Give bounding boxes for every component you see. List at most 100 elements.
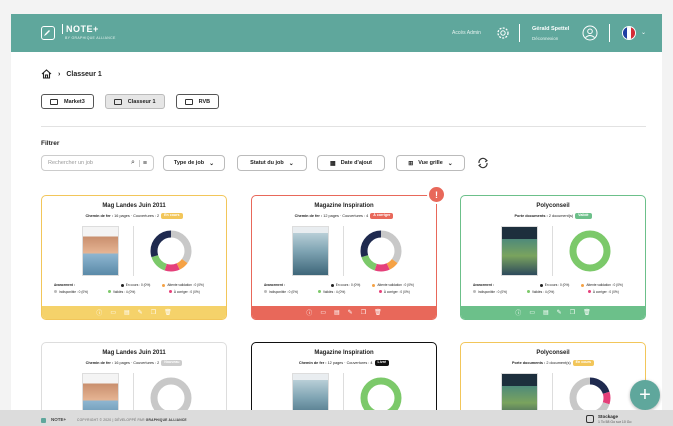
divider [552, 226, 553, 276]
gear-icon[interactable] [495, 25, 511, 41]
card-meta: Chemin de fer : 16 pages · Couvertures :… [42, 360, 226, 366]
donut-segment [569, 230, 611, 272]
company-name[interactable]: GRAPHIQUE ALLIANCE [146, 418, 187, 422]
status-badge: À corriger [370, 213, 394, 219]
card-action-bar: ⓘ ▭ ▤ ✎ ❐ 🗑 [461, 306, 645, 319]
copy-icon[interactable]: ❐ [570, 309, 575, 316]
status-badge: En cours [572, 360, 595, 366]
legend-item: À corriger : 0 (0%) [587, 289, 637, 296]
legend-item: Validés : 4 (0%) [527, 289, 588, 296]
meta-label: Chemin de fer : [85, 360, 114, 365]
copy-icon[interactable]: ❐ [361, 309, 366, 316]
alert-icon[interactable]: ! [427, 185, 446, 204]
folder-chip-classeur-1[interactable]: Classeur 1 [104, 94, 165, 109]
divider [133, 226, 134, 276]
meta-value: 16 pages · Couvertures : 2 [113, 360, 160, 365]
info-icon[interactable]: ⓘ [515, 308, 521, 317]
cover-thumbnail[interactable] [292, 226, 329, 276]
progress-chart [358, 228, 404, 279]
delete-icon[interactable]: 🗑 [374, 309, 382, 316]
card-meta: Chemin de fer : 12 pages · Couvertures :… [252, 213, 436, 219]
type-filter-dropdown[interactable]: Type de job ⌄ [163, 155, 225, 171]
logout-link[interactable]: Déconnexion [532, 36, 558, 41]
delete-icon[interactable]: 🗑 [164, 309, 172, 316]
legend-item: À corriger : 0 (0%) [168, 289, 218, 296]
legend-dot [54, 290, 57, 294]
divider [519, 24, 520, 42]
folder-label: RVB [198, 98, 211, 105]
copy-icon[interactable]: ❐ [151, 309, 156, 316]
chevron-down-icon: ⌄ [288, 160, 294, 167]
edit-icon[interactable]: ✎ [348, 309, 353, 316]
chevron-down-icon: ⌄ [447, 160, 453, 167]
meta-label: Porte documents : [514, 213, 548, 218]
folder-list: Market3 Classeur 1 RVB [41, 94, 230, 109]
status-filter-dropdown[interactable]: Statut du job ⌄ [237, 155, 307, 171]
refresh-icon[interactable] [477, 157, 489, 169]
date-filter-button[interactable]: ▦ Date d'ajout [317, 155, 385, 171]
view-grid-dropdown[interactable]: ⊞ Vue grille ⌄ [396, 155, 465, 171]
legend-dot [587, 290, 591, 294]
legend-label: Validés : 4 (0%) [113, 289, 136, 294]
meta-value: 16 pages · Couvertures : 2 [113, 213, 160, 218]
legend-dot [378, 290, 382, 294]
status-badge: Livré [374, 360, 390, 366]
info-icon[interactable]: ⓘ [96, 308, 102, 317]
dropdown-label: Vue grille [418, 160, 443, 166]
legend-dot [330, 283, 334, 287]
language-flag-icon[interactable] [622, 26, 636, 40]
folder-icon[interactable]: ▭ [320, 309, 326, 316]
job-card[interactable]: Polyconseil Porte documents : 2 document(… [460, 195, 646, 320]
card-title: Mag Landes Juin 2011 [102, 350, 166, 356]
top-bar: NOTE+ BY GRAPHIQUE ALLIANCE Accès Admin … [11, 14, 662, 52]
status-badge: Nouveau [161, 360, 183, 366]
folder-chip-rvb[interactable]: RVB [175, 94, 220, 109]
calendar-icon: ▦ [330, 160, 336, 167]
folder-icon[interactable]: ▭ [529, 309, 535, 316]
footer-bar: NOTE+ COPYRIGHT © 2020 | DÉVELOPPÉ PAR G… [0, 410, 673, 426]
logo-text[interactable]: NOTE+ [62, 24, 99, 34]
progress-legend: Avancement : En cours : 0 (0%) Attente val… [264, 282, 428, 295]
storage-icon [586, 415, 594, 423]
dropdown-label: Type de job [173, 160, 205, 166]
legend-label: Validés : 4 (0%) [532, 289, 555, 294]
folder-icon[interactable]: ▭ [110, 309, 116, 316]
folder-chip-market3[interactable]: Market3 [41, 94, 94, 109]
cover-thumbnail[interactable] [501, 226, 538, 276]
grid-icon: ⊞ [408, 160, 414, 167]
legend-item: Indisponible : 0 (0%) [264, 289, 318, 296]
admin-access-label[interactable]: Accès Admin [452, 30, 481, 36]
legend-label: Validés : 4 (0%) [323, 289, 346, 294]
card-title: Polyconseil [536, 203, 570, 209]
meta-label: Chemin de fer : [85, 213, 114, 218]
legend-dot [372, 283, 376, 287]
search-icon[interactable]: ⌕ [131, 159, 135, 167]
edit-icon[interactable]: ✎ [557, 309, 562, 316]
edit-icon[interactable]: ✎ [138, 309, 143, 316]
divider [609, 24, 610, 42]
info-icon[interactable]: ⓘ [306, 308, 312, 317]
legend-dot [162, 283, 166, 287]
calendar-icon[interactable]: ▤ [334, 309, 340, 316]
menu-icon[interactable]: ≡ [138, 159, 147, 167]
legend-dot [581, 283, 585, 287]
chevron-down-icon[interactable]: ⌄ [641, 29, 646, 36]
add-job-button[interactable]: + [630, 380, 660, 410]
meta-label: Porte documents : [511, 360, 546, 365]
calendar-icon[interactable]: ▤ [543, 309, 549, 316]
user-avatar-icon[interactable] [582, 25, 598, 41]
card-action-bar: ⓘ ▭ ▤ ✎ ❐ 🗑 [42, 306, 226, 319]
job-card[interactable]: Mag Landes Juin 2011 Chemin de fer : 16 p… [41, 195, 227, 320]
breadcrumb: › Classeur 1 [41, 69, 102, 79]
search-placeholder: Rechercher un job [48, 160, 93, 166]
progress-donut-chart [360, 230, 402, 272]
calendar-icon[interactable]: ▤ [124, 309, 130, 316]
delete-icon[interactable]: 🗑 [583, 309, 591, 316]
meta-label: Chemin de fer : [294, 213, 323, 218]
legend-label: Indisponible : 0 (0%) [269, 289, 299, 294]
search-input[interactable]: Rechercher un job ⌕ ≡ [41, 155, 154, 171]
home-icon[interactable] [41, 69, 52, 79]
job-card[interactable]: Magazine Inspiration Chemin de fer : 12 p… [251, 195, 437, 320]
folder-icon [50, 98, 58, 105]
cover-thumbnail[interactable] [82, 226, 119, 276]
